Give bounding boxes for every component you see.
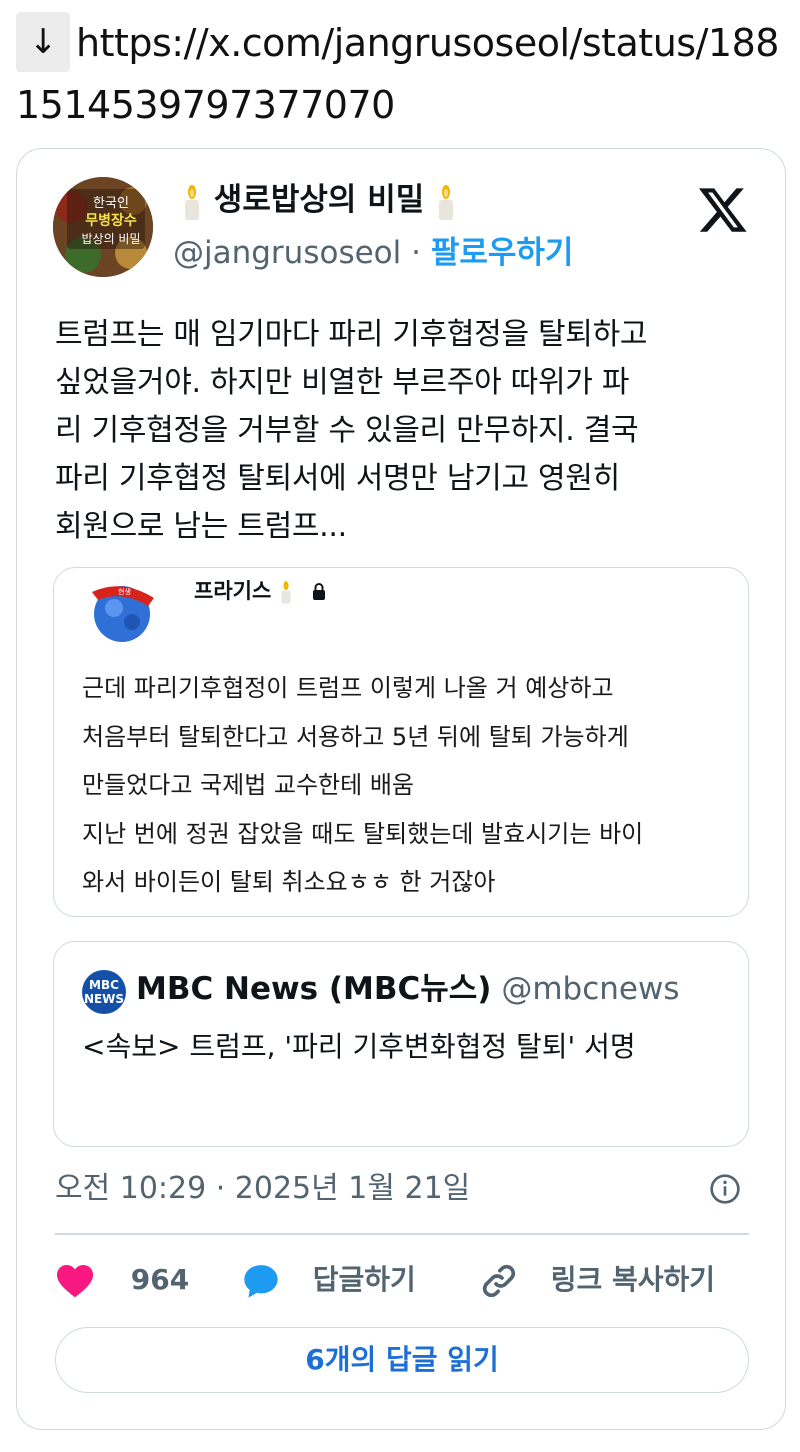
read-replies-button[interactable]: 6개의 답글 읽기	[55, 1327, 749, 1393]
like-count: 964	[130, 1263, 190, 1296]
avatar[interactable]: 한국인 무병장수 밥상의 비밀	[53, 177, 153, 277]
embedded-tweet[interactable]: MBC NEWS MBC News (MBC뉴스) @mbcnews <속보> …	[53, 941, 749, 1147]
reply-button[interactable]: 답글하기	[241, 1257, 416, 1303]
avatar-text-1: 한국인	[93, 196, 129, 211]
user-handle[interactable]: @jangrusoseol	[173, 235, 401, 271]
quote-line: 지난 번에 정권 잡았을 때도 탈퇴했는데 발효시기는 바이	[82, 819, 644, 848]
tweet-text-line: 파리 기후협정 탈퇴서에 서명만 남기고 영원히	[55, 461, 620, 496]
shared-url[interactable]: ↓ https://x.com/jangrusoseol/status/18815…	[16, 12, 796, 136]
url-text[interactable]: https://x.com/jangrusoseol/status/188151…	[16, 21, 779, 127]
link-icon	[482, 1264, 516, 1298]
copy-link-button[interactable]: 링크 복사하기	[479, 1257, 715, 1303]
candle-icon	[185, 184, 199, 220]
info-icon[interactable]	[709, 1173, 741, 1205]
tweet-card[interactable]: 한국인 무병장수 밥상의 비밀 생로밥상의 비밀 @jangrusoseol ·…	[16, 148, 786, 1430]
embedded-author-handle: @mbcnews	[501, 971, 680, 1007]
avatar-text-2: 무병장수	[85, 212, 137, 229]
speech-bubble-icon	[244, 1265, 278, 1298]
mbc-news-logo: MBC NEWS	[82, 970, 126, 1014]
quote-line: 처음부터 탈퇴한다고 서용하고 5년 뒤에 탈퇴 가능하게	[82, 722, 629, 751]
candle-icon	[281, 581, 291, 604]
quote-line: 근데 파리기후협정이 트럼프 이렇게 나올 거 예상하고	[82, 674, 614, 702]
quote-line: 와서 바이든이 탈퇴 취소요ㅎㅎ 한 거잖아	[82, 868, 496, 896]
avatar-text-3: 밥상의 비밀	[81, 232, 140, 246]
heart-icon	[57, 1264, 93, 1298]
quote-body: 근데 파리기후협정이 트럼프 이렇게 나올 거 예상하고 처음부터 탈퇴한다고 …	[82, 664, 748, 907]
tweet-text: 트럼프는 매 임기마다 파리 기후협정을 탈퇴하고 싶었을거야. 하지만 비열한…	[55, 311, 755, 551]
quote-avatar: 현생	[92, 586, 154, 642]
quote-line: 만들었다고 국제법 교수한테 배움	[82, 771, 415, 799]
tweet-text-line: 회원으로 남는 트럼프...	[55, 509, 347, 544]
down-arrow-icon: ↓	[16, 12, 70, 72]
follow-button[interactable]: 팔로우하기	[431, 235, 574, 271]
tweet-text-line: 리 기후협정을 거부할 수 있을리 만무하지. 결국	[55, 413, 639, 448]
x-logo-icon[interactable]	[697, 183, 749, 235]
candle-icon	[439, 184, 454, 220]
quote-avatar-badge: 현생	[118, 587, 131, 596]
action-bar: 964 답글하기 링크 복사하기	[55, 1257, 755, 1303]
tweet-text-line: 트럼프는 매 임기마다 파리 기후협정을 탈퇴하고	[55, 317, 648, 352]
reply-label: 답글하기	[312, 1263, 416, 1296]
lock-icon	[312, 583, 325, 600]
quote-author: 프라기스	[194, 576, 328, 606]
embedded-author-name: MBC News (MBC뉴스)	[136, 971, 492, 1007]
tweet-text-line: 싶었을거야. 하지만 비열한 부르주아 따위가 파	[55, 365, 630, 400]
quoted-image[interactable]: 현생 프라기스 근데 파리기후협정이 트럼프 이렇게 나올 거 예상하고 처음부…	[53, 567, 749, 917]
display-name[interactable]: 생로밥상의 비밀	[214, 182, 424, 218]
timestamp[interactable]: 오전 10:29 · 2025년 1월 21일	[55, 1167, 470, 1211]
handle-row: @jangrusoseol · 팔로우하기	[173, 231, 573, 275]
display-name-row[interactable]: 생로밥상의 비밀	[181, 179, 457, 221]
separator-dot: ·	[411, 235, 421, 271]
divider	[55, 1233, 749, 1235]
quote-author-name: 프라기스	[194, 579, 272, 603]
copy-link-label: 링크 복사하기	[550, 1263, 716, 1296]
embedded-author[interactable]: MBC News (MBC뉴스) @mbcnews	[136, 966, 680, 1012]
like-button[interactable]: 964	[55, 1257, 189, 1303]
embedded-text: <속보> 트럼프, '파리 기후변화협정 탈퇴' 서명	[82, 1030, 636, 1063]
